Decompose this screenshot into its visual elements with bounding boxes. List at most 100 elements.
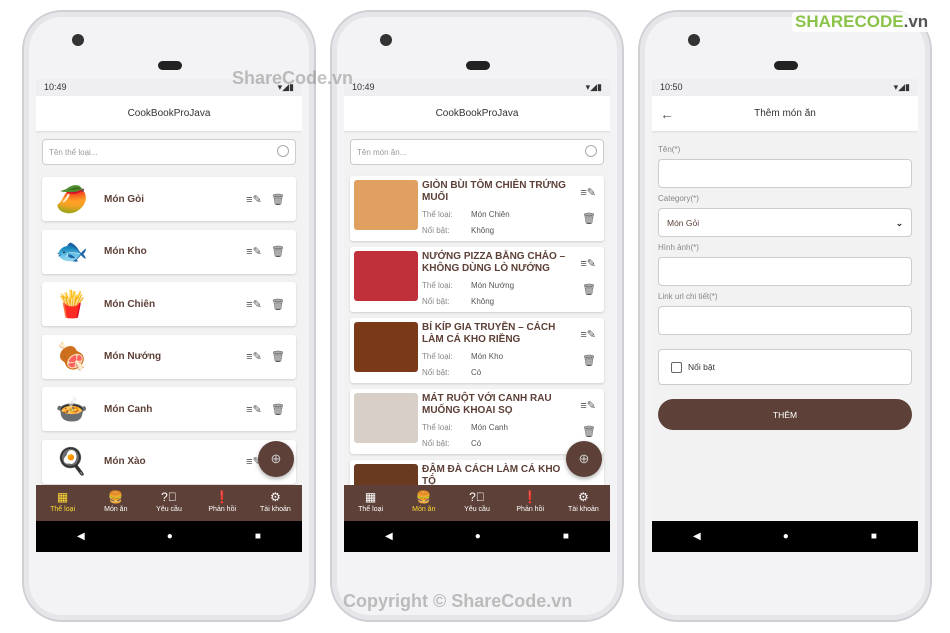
back-nav-icon[interactable]: ◀ bbox=[385, 531, 393, 542]
phone-categories: 10:49 ▾◢▮ CookBookProJava Tên thể loại...… bbox=[22, 10, 316, 622]
link-input[interactable] bbox=[658, 306, 912, 335]
category-item[interactable]: 🍟 Món Chiên ≡✎ 🗑 bbox=[42, 282, 296, 326]
bottom-nav: ▦ Thể loại 🍔 Món ăn ?⃝ Yêu cầu ❗ Phản hồi ⚙ Tài k… bbox=[36, 485, 302, 521]
food-title: GIÒN BÙI TÔM CHIÊN TRỨNG MUỐI bbox=[422, 180, 566, 203]
nav-label: Yêu cầu bbox=[156, 506, 182, 513]
category-name: Món Kho bbox=[104, 246, 147, 257]
speaker bbox=[774, 61, 798, 70]
recents-nav-icon[interactable]: ■ bbox=[871, 531, 877, 542]
category-item[interactable]: 🥭 Món Gỏi ≡✎ 🗑 bbox=[42, 177, 296, 221]
nav-item-1[interactable]: 🍔 Món ăn bbox=[89, 485, 142, 521]
nav-label: Thể loại bbox=[358, 506, 384, 513]
category-image: 🐟 bbox=[55, 236, 89, 266]
app-title: CookBookProJava bbox=[127, 108, 211, 119]
add-fab-button[interactable]: ⊕ bbox=[258, 441, 294, 477]
food-item[interactable]: BÍ KÍP GIA TRUYỀN – CÁCH LÀM CÁ KHO RIỀN… bbox=[350, 318, 604, 383]
food-item[interactable]: MÁT RUỘT VỚI CANH RAU MUỐNG KHOAI SỌ Thể … bbox=[350, 389, 604, 454]
image-label: Hình ảnh(*) bbox=[658, 243, 699, 252]
feedback-icon: ❗ bbox=[214, 490, 230, 504]
nav-label: Phản hồi bbox=[208, 506, 237, 513]
edit-icon[interactable]: ≡✎ bbox=[242, 298, 266, 311]
category-item[interactable]: 🍖 Món Nướng ≡✎ 🗑 bbox=[42, 334, 296, 379]
food-item[interactable]: GIÒN BÙI TÔM CHIÊN TRỨNG MUỐI Thể loại: Mó… bbox=[350, 176, 604, 241]
edit-icon[interactable]: ≡✎ bbox=[242, 350, 266, 363]
search-icon[interactable] bbox=[277, 145, 289, 157]
edit-icon[interactable]: ≡✎ bbox=[580, 186, 596, 199]
help-icon: ?⃝ bbox=[469, 490, 485, 504]
search-icon[interactable] bbox=[585, 145, 597, 157]
screen-foods: 10:49 ▾◢▮ CookBookProJava Tên món ăn... G… bbox=[344, 79, 610, 552]
nav-item-4[interactable]: ⚙ Tài khoản bbox=[249, 485, 302, 521]
app-bar: CookBookProJava bbox=[344, 96, 610, 131]
home-nav-icon[interactable]: ● bbox=[783, 531, 789, 542]
recents-nav-icon[interactable]: ■ bbox=[563, 531, 569, 542]
food-category: Món Nướng bbox=[471, 281, 515, 290]
nav-item-2[interactable]: ?⃝ Yêu cầu bbox=[142, 485, 195, 521]
add-fab-button[interactable]: ⊕ bbox=[566, 441, 602, 477]
category-select[interactable]: Món Gỏi ⌄ bbox=[658, 208, 912, 237]
delete-icon[interactable]: 🗑 bbox=[582, 354, 596, 367]
image-input[interactable] bbox=[658, 257, 912, 286]
food-search-input[interactable]: Tên món ăn... bbox=[350, 139, 604, 165]
category-image: 🍟 bbox=[55, 288, 89, 319]
delete-icon[interactable]: 🗑 bbox=[582, 212, 596, 225]
food-featured: Có bbox=[471, 439, 482, 448]
edit-icon[interactable]: ≡✎ bbox=[242, 245, 266, 258]
nav-item-3[interactable]: ❗ Phản hồi bbox=[196, 485, 249, 521]
system-nav: ◀ ● ■ bbox=[36, 521, 302, 552]
delete-icon[interactable]: 🗑 bbox=[266, 193, 290, 206]
back-arrow-icon[interactable]: ← bbox=[660, 106, 674, 122]
category-item[interactable]: 🐟 Món Kho ≡✎ 🗑 bbox=[42, 229, 296, 274]
nav-item-2[interactable]: ?⃝ Yêu cầu bbox=[450, 485, 503, 521]
edit-icon[interactable]: ≡✎ bbox=[580, 399, 596, 412]
home-nav-icon[interactable]: ● bbox=[167, 531, 173, 542]
camera bbox=[380, 34, 392, 46]
category-label: Thể loại: bbox=[422, 281, 453, 290]
edit-icon[interactable]: ≡✎ bbox=[580, 328, 596, 341]
delete-icon[interactable]: 🗑 bbox=[582, 283, 596, 296]
speaker bbox=[158, 61, 182, 70]
featured-label: Nổi bật: bbox=[422, 368, 450, 377]
category-name: Món Canh bbox=[104, 403, 153, 415]
delete-icon[interactable]: 🗑 bbox=[266, 350, 290, 363]
logo-text: SHARECODE bbox=[795, 12, 904, 31]
checkbox-icon[interactable] bbox=[671, 361, 682, 373]
speaker bbox=[466, 61, 490, 70]
delete-icon[interactable]: 🗑 bbox=[266, 403, 290, 416]
featured-checkbox[interactable]: Nổi bật bbox=[658, 349, 912, 385]
delete-icon[interactable]: 🗑 bbox=[266, 298, 290, 311]
submit-button[interactable]: THÊM bbox=[658, 399, 912, 430]
name-label: Tên(*) bbox=[658, 145, 681, 154]
back-nav-icon[interactable]: ◀ bbox=[77, 531, 85, 542]
system-nav: ◀ ● ■ bbox=[652, 521, 918, 552]
nav-item-4[interactable]: ⚙ Tài khoản bbox=[557, 485, 610, 521]
category-label: Category(*) bbox=[658, 194, 699, 203]
phone-foods: 10:49 ▾◢▮ CookBookProJava Tên món ăn... G… bbox=[330, 10, 624, 622]
edit-icon[interactable]: ≡✎ bbox=[242, 403, 266, 416]
status-bar: 10:50 ▾◢▮ bbox=[652, 79, 918, 96]
category-name: Món Chiên bbox=[104, 298, 156, 310]
nav-item-0[interactable]: ▦ Thể loại bbox=[344, 485, 397, 521]
nav-item-1[interactable]: 🍔 Món ăn bbox=[397, 485, 450, 521]
watermark-top: ShareCode.vn bbox=[232, 68, 354, 88]
name-input[interactable] bbox=[658, 159, 912, 188]
edit-icon[interactable]: ≡✎ bbox=[242, 193, 266, 206]
nav-item-3[interactable]: ❗ Phản hồi bbox=[504, 485, 557, 521]
nav-item-0[interactable]: ▦ Thể loại bbox=[36, 485, 89, 521]
category-item[interactable]: 🍲 Món Canh ≡✎ 🗑 bbox=[42, 387, 296, 431]
app-bar: CookBookProJava bbox=[36, 96, 302, 131]
category-label: Thể loại: bbox=[422, 210, 453, 219]
category-search-input[interactable]: Tên thể loại... bbox=[42, 139, 296, 165]
delete-icon[interactable]: 🗑 bbox=[582, 425, 596, 438]
logo-suffix: .vn bbox=[903, 12, 929, 31]
food-item[interactable]: NƯỚNG PIZZA BẰNG CHẢO – KHÔNG DÙNG LÒ NƯ… bbox=[350, 247, 604, 312]
recents-nav-icon[interactable]: ■ bbox=[255, 531, 261, 542]
delete-icon[interactable]: 🗑 bbox=[266, 245, 290, 258]
edit-icon[interactable]: ≡✎ bbox=[580, 257, 596, 270]
nav-label: Tài khoản bbox=[260, 506, 291, 513]
home-nav-icon[interactable]: ● bbox=[475, 531, 481, 542]
food-title: NƯỚNG PIZZA BẰNG CHẢO – KHÔNG DÙNG LÒ NƯ… bbox=[422, 251, 566, 274]
back-nav-icon[interactable]: ◀ bbox=[693, 531, 701, 542]
nav-label: Tài khoản bbox=[568, 506, 599, 513]
food-image bbox=[354, 322, 418, 372]
